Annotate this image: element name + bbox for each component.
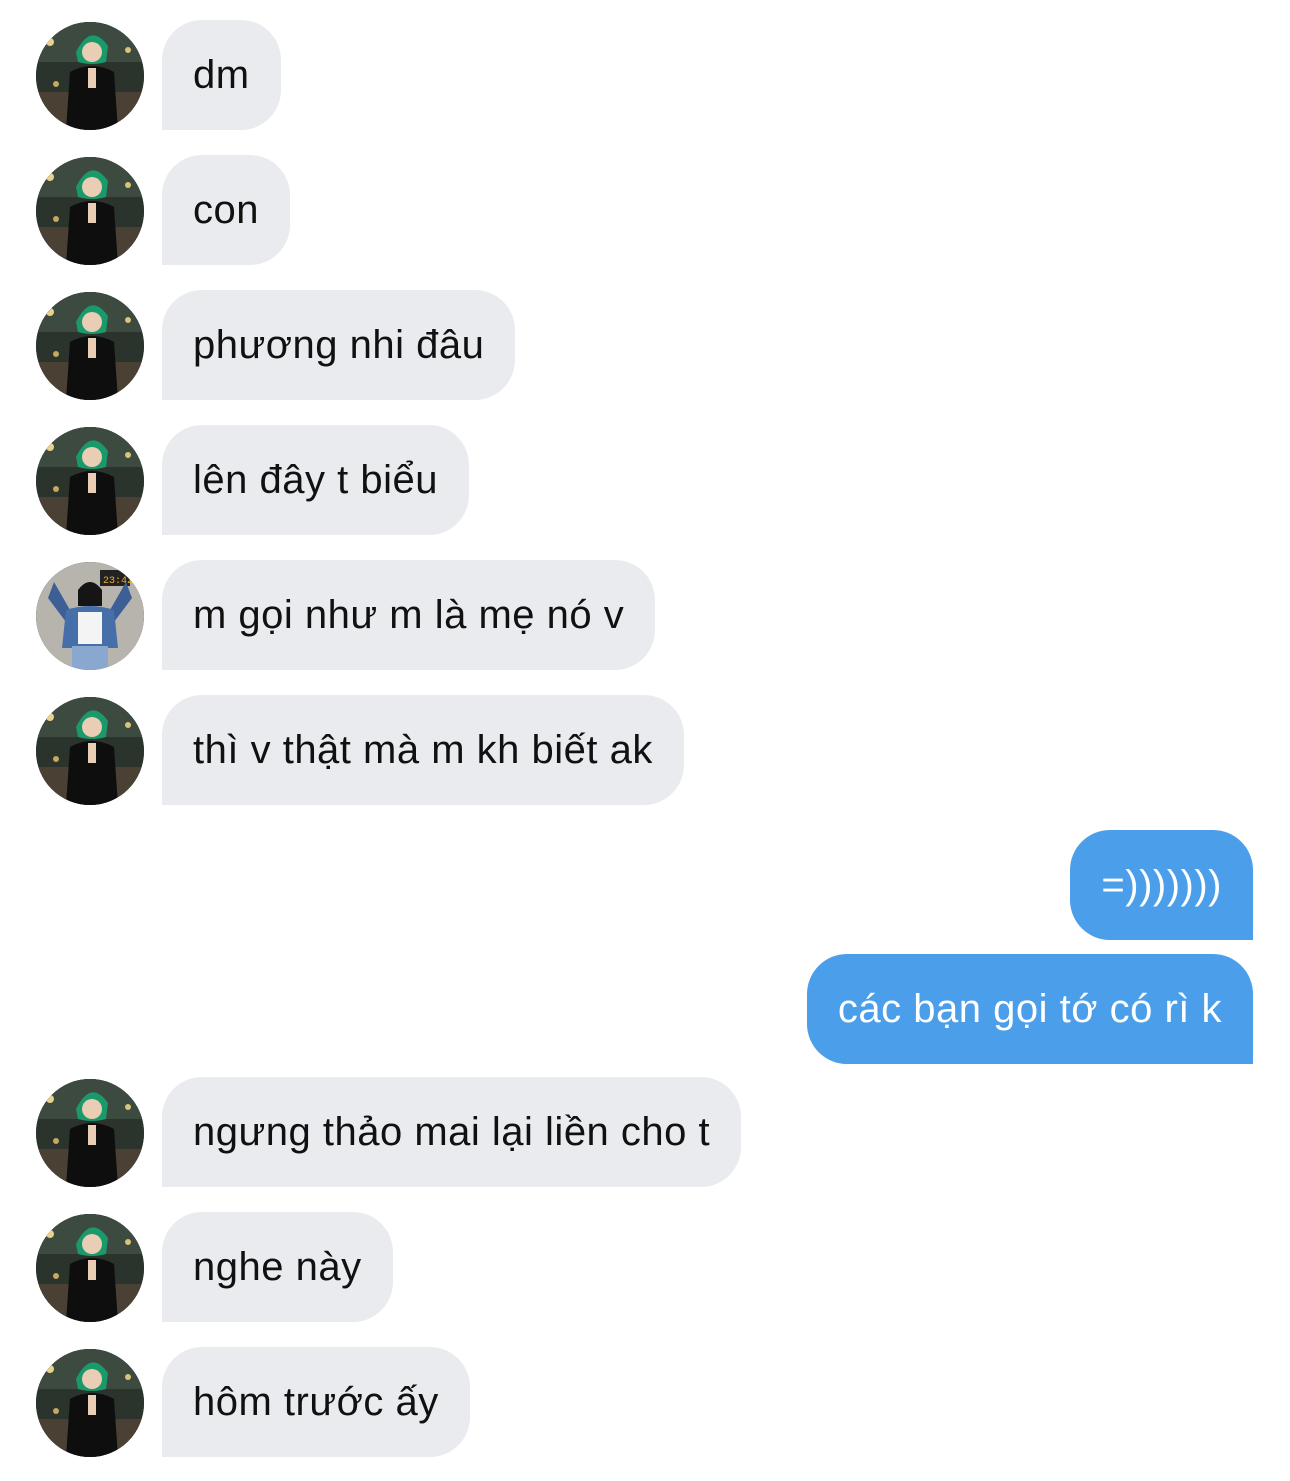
avatar[interactable] [36, 292, 144, 400]
avatar[interactable] [36, 22, 144, 130]
outgoing-message-bubble[interactable]: các bạn gọi tớ có rì k [806, 954, 1253, 1064]
message-row: phương nhi đâu [0, 290, 1290, 400]
incoming-message-bubble[interactable]: hôm trước ấy [162, 1347, 470, 1457]
message-text: m gọi như m là mẹ nó v [193, 592, 625, 637]
avatar[interactable] [36, 427, 144, 535]
message-text: nghe này [193, 1244, 362, 1289]
avatar[interactable] [36, 157, 144, 265]
incoming-message-bubble[interactable]: con [162, 155, 290, 265]
message-text: con [193, 187, 259, 232]
message-row: thì v thật mà m kh biết ak [0, 695, 1290, 805]
incoming-message-bubble[interactable]: nghe này [162, 1212, 393, 1322]
avatar[interactable] [36, 1214, 144, 1322]
incoming-message-bubble[interactable]: dm [162, 20, 281, 130]
message-text: dm [193, 52, 250, 97]
message-row: m gọi như m là mẹ nó v [0, 560, 1290, 670]
incoming-message-bubble[interactable]: m gọi như m là mẹ nó v [162, 560, 656, 670]
message-text: phương nhi đâu [193, 322, 485, 367]
message-text: các bạn gọi tớ có rì k [837, 986, 1222, 1031]
incoming-message-bubble[interactable]: phương nhi đâu [162, 290, 516, 400]
message-text: ngưng thảo mai lại liền cho t [193, 1109, 711, 1154]
message-text: thì v thật mà m kh biết ak [193, 727, 653, 772]
message-row: lên đây t biểu [0, 425, 1290, 535]
message-text: =))))))) [1101, 862, 1222, 907]
avatar[interactable] [36, 1349, 144, 1457]
incoming-message-bubble[interactable]: thì v thật mà m kh biết ak [162, 695, 684, 805]
message-row: =))))))) [0, 830, 1290, 940]
outgoing-message-bubble[interactable]: =))))))) [1070, 830, 1253, 940]
message-row: con [0, 155, 1290, 265]
message-row: ngưng thảo mai lại liền cho t [0, 1077, 1290, 1187]
avatar[interactable] [36, 1079, 144, 1187]
message-text: hôm trước ấy [193, 1379, 439, 1424]
message-row: các bạn gọi tớ có rì k [0, 954, 1290, 1064]
avatar[interactable] [36, 697, 144, 805]
message-row: hôm trước ấy [0, 1347, 1290, 1457]
incoming-message-bubble[interactable]: lên đây t biểu [162, 425, 469, 535]
message-row: dm [0, 20, 1290, 130]
message-text: lên đây t biểu [193, 457, 438, 502]
message-row: nghe này [0, 1212, 1290, 1322]
avatar[interactable] [36, 562, 144, 670]
incoming-message-bubble[interactable]: ngưng thảo mai lại liền cho t [162, 1077, 742, 1187]
